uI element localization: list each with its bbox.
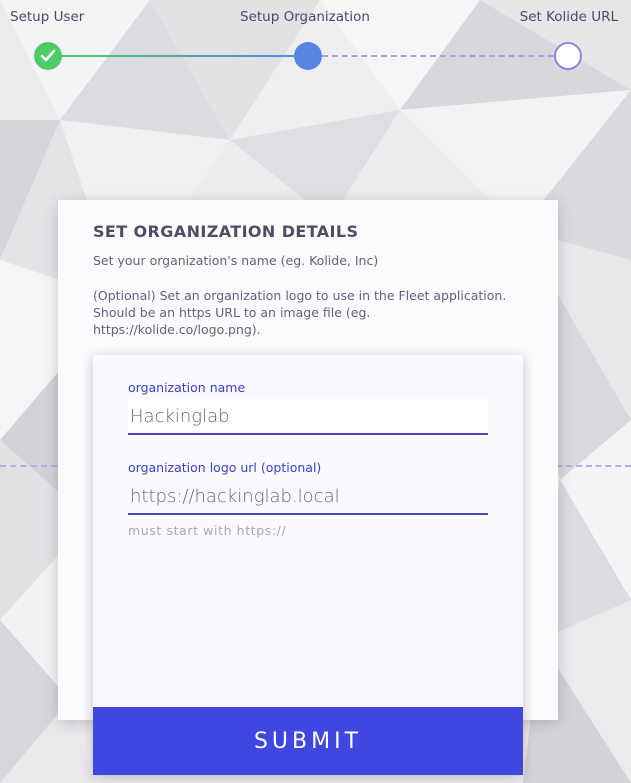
organization-name-input[interactable] (128, 399, 488, 435)
step-indicator-done (34, 42, 62, 70)
organization-form: organization name organization logo url … (93, 355, 523, 775)
organization-logo-description: (Optional) Set an organization logo to u… (93, 288, 507, 337)
check-icon (40, 49, 56, 62)
step-indicator-current (294, 42, 322, 70)
submit-button[interactable]: SUBMIT (93, 707, 523, 775)
step-label-setup-user: Setup User (10, 9, 85, 25)
organization-logo-url-input[interactable] (128, 479, 488, 515)
step-label-set-kolide-url: Set Kolide URL (519, 9, 618, 25)
organization-name-label: organization name (128, 380, 246, 395)
step-connector-complete (60, 55, 296, 57)
page-title: SET ORGANIZATION DETAILS (93, 222, 359, 241)
step-label-setup-organization: Setup Organization (240, 9, 370, 25)
step-connector-pending (322, 55, 554, 57)
organization-name-description: Set your organization's name (eg. Kolide… (93, 253, 379, 268)
step-indicator-todo (554, 42, 582, 70)
logo-url-hint: must start with https:// (128, 523, 287, 538)
organization-logo-url-label: organization logo url (optional) (128, 460, 322, 475)
